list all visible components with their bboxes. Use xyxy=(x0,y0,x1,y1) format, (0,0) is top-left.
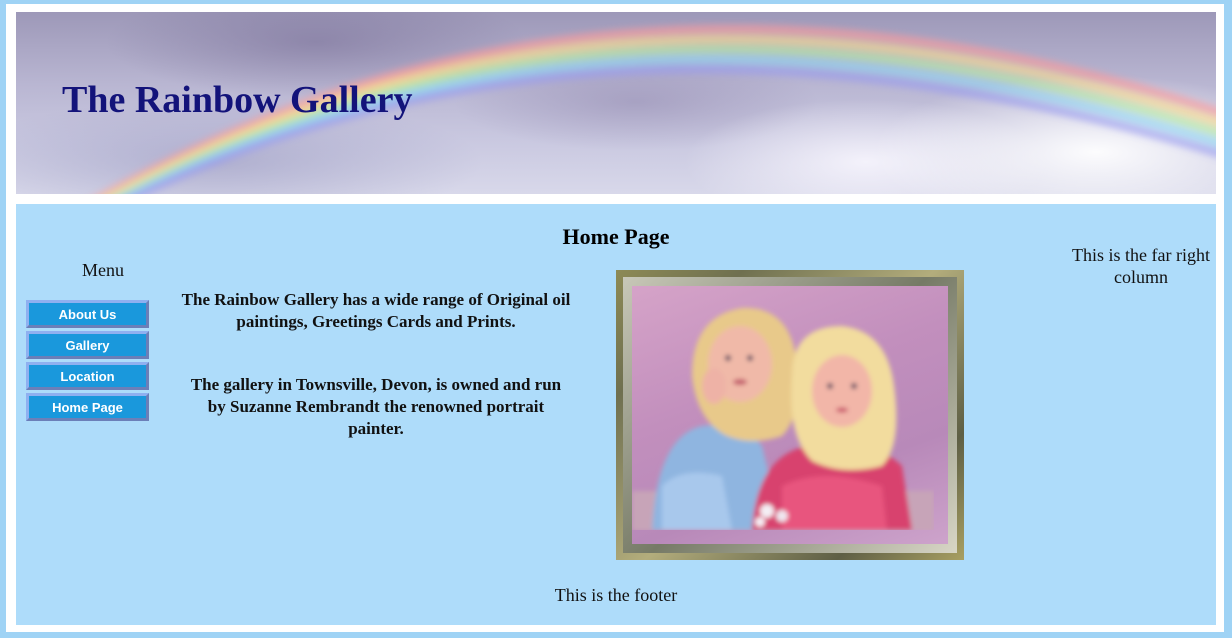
owner-paragraph: The gallery in Townsville, Devon, is own… xyxy=(190,375,562,438)
nav-location-button[interactable]: Location xyxy=(26,362,149,390)
painting-frame xyxy=(623,277,957,553)
page-title: Home Page xyxy=(562,224,670,249)
footer: This is the footer xyxy=(554,585,678,605)
nav-home-page-button[interactable]: Home Page xyxy=(26,393,149,421)
featured-painting xyxy=(616,270,964,560)
nav-gallery-button[interactable]: Gallery xyxy=(26,331,149,359)
nav-about-us-button[interactable]: About Us xyxy=(26,300,149,328)
site-title: The Rainbow Gallery xyxy=(62,79,413,121)
header-banner: The Rainbow Gallery xyxy=(16,12,1216,194)
portrait-image xyxy=(632,307,934,530)
main-content: Home Page Menu About Us Gallery Location… xyxy=(16,204,1216,625)
menu-heading: Menu xyxy=(82,260,124,280)
far-right-column: This is the far right column xyxy=(1072,245,1210,287)
intro-paragraph: The Rainbow Gallery has a wide range of … xyxy=(181,290,571,331)
painting-canvas xyxy=(632,286,948,544)
